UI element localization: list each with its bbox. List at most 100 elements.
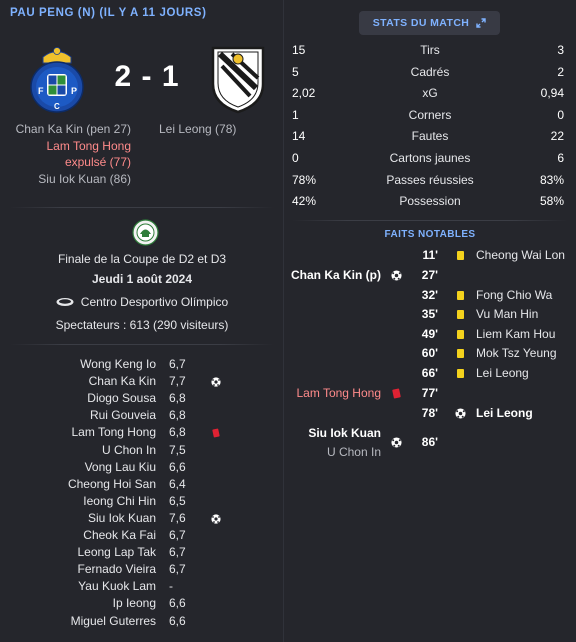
goal-ball-icon [211, 513, 221, 524]
player-rating: 6,4 [169, 476, 186, 491]
goal-ball-icon [391, 437, 402, 448]
player-rating: 6,7 [169, 562, 186, 577]
away-team-badge[interactable] [208, 42, 268, 114]
stat-away-value: 0 [557, 107, 564, 122]
event-row[interactable]: 86' Siu Iok Kuan U Chon In [0, 424, 576, 459]
lineup-row[interactable]: Leong Lap Tak 6,7 [0, 544, 284, 561]
events-title: FAITS NOTABLES [384, 229, 476, 240]
stat-label: Cadrés [410, 64, 450, 79]
stat-away-value: 6 [557, 151, 564, 165]
event-row[interactable]: 35' Vu Man Hin [0, 305, 576, 325]
home-scorer-line: Chan Ka Kin (pen 27) [15, 122, 131, 136]
player-name[interactable]: Leong Lap Tak [77, 545, 156, 559]
event-row[interactable]: 32' Fong Chio Wa [0, 286, 576, 306]
event-row[interactable]: 27' Chan Ka Kin (p) [0, 266, 576, 286]
svg-text:C: C [54, 102, 60, 111]
player-name[interactable]: Ip Ieong [113, 596, 156, 610]
event-minute: 49' [421, 327, 438, 341]
event-row[interactable]: 49' Liem Kam Hou [0, 325, 576, 345]
event-row[interactable]: 60' Mok Tsz Yeung [0, 344, 576, 364]
home-team-badge[interactable]: F P C [27, 43, 87, 113]
event-player[interactable]: Lei Leong [476, 406, 533, 420]
goal-ball-icon [455, 408, 466, 419]
yellow-card-icon [457, 310, 464, 319]
stat-label: xG [422, 86, 438, 101]
away-scorers: Lei Leong (78) [159, 121, 279, 138]
stat-away-value: 83% [539, 172, 564, 187]
stat-label: Corners [408, 107, 452, 122]
player-name[interactable]: Cheok Ka Fai [83, 528, 156, 542]
yellow-card-icon [457, 330, 464, 339]
stat-away-value: 0,94 [540, 86, 564, 101]
stat-label: Passes réussies [386, 172, 474, 187]
event-minute: 32' [421, 288, 438, 302]
lineup-row[interactable]: U Chon In 7,5 [0, 442, 284, 459]
event-assist-player[interactable]: U Chon In [327, 445, 381, 459]
match-header-title: PAU PENG (N) (IL Y A 11 JOURS) [10, 7, 207, 19]
player-rating: 6,7 [169, 528, 186, 542]
stat-row: 0 Cartons jaunes 6 [284, 148, 576, 169]
svg-text:P: P [71, 86, 77, 96]
stat-away-value: 58% [539, 194, 564, 209]
lineup-row[interactable]: Ip Ieong 6,6 [0, 595, 284, 612]
player-rating: 6,6 [169, 613, 186, 628]
event-minute: 66' [421, 366, 438, 380]
event-minute: 35' [421, 307, 438, 321]
player-name[interactable]: Miguel Guterres [71, 614, 156, 628]
lineup-row[interactable]: Cheong Hoi San 6,4 [0, 476, 284, 493]
event-row[interactable]: 66' Lei Leong [0, 364, 576, 384]
lineup-row[interactable]: Fernado Vieira 6,7 [0, 561, 284, 578]
lineup-row[interactable]: Miguel Guterres 6,6 [0, 613, 284, 630]
lineup-row[interactable]: Siu Iok Kuan 7,6 [0, 510, 284, 527]
stat-away-value: 3 [557, 43, 564, 57]
yellow-card-icon [457, 369, 464, 378]
event-player[interactable]: Lei Leong [476, 366, 529, 380]
player-name[interactable]: Vong Lau Kiu [85, 460, 156, 474]
match-stats-button-label: STATS DU MATCH [372, 17, 470, 29]
player-rating: 6,5 [169, 493, 186, 508]
event-player[interactable]: Vu Man Hin [476, 307, 538, 321]
home-scorer-line: Lam Tong Hong [46, 138, 131, 153]
stat-row: 5 Cadrés 2 [284, 62, 576, 83]
away-crest-icon [211, 46, 265, 114]
player-rating: 7,6 [169, 510, 186, 525]
event-player[interactable]: Lam Tong Hong [296, 386, 381, 400]
event-row[interactable]: 11' Cheong Wai Lon [0, 246, 576, 266]
competition-logo[interactable] [132, 219, 159, 246]
stat-row: 14 Fautes 22 [284, 126, 576, 147]
player-rating: 6,6 [169, 459, 186, 474]
away-scorer-line: Lei Leong (78) [159, 122, 237, 136]
lineup-row[interactable]: Vong Lau Kiu 6,6 [0, 459, 284, 476]
home-crest-icon: F P C [30, 47, 84, 113]
lineup-row[interactable]: Yau Kuok Lam - [0, 578, 284, 595]
lineup-row[interactable]: Ieong Chi Hin 6,5 [0, 493, 284, 510]
stat-row: 78% Passes réussies 83% [284, 170, 576, 191]
event-player[interactable]: Cheong Wai Lon [476, 248, 565, 262]
competition-crest-icon [132, 219, 159, 246]
stat-away-value: 22 [550, 129, 564, 144]
stat-row: 1 Corners 0 [284, 105, 576, 126]
event-player[interactable]: Fong Chio Wa [476, 288, 552, 302]
event-minute: 86' [421, 435, 438, 449]
yellow-card-icon [457, 349, 464, 358]
player-name[interactable]: Cheong Hoi San [68, 477, 156, 491]
event-player[interactable]: Liem Kam Hou [476, 327, 555, 341]
player-name[interactable]: Fernado Vieira [78, 562, 157, 576]
player-name[interactable]: Yau Kuok Lam [78, 579, 156, 593]
event-player[interactable]: Mok Tsz Yeung [476, 346, 557, 360]
player-rating: 6,6 [169, 596, 186, 611]
player-name[interactable]: Siu Iok Kuan [88, 511, 156, 525]
event-minute: 78' [421, 406, 438, 420]
player-name[interactable]: U Chon In [102, 443, 156, 457]
stat-label: Fautes [411, 129, 449, 144]
match-stats-button[interactable]: STATS DU MATCH [359, 11, 500, 35]
lineup-row[interactable]: Cheok Ka Fai 6,7 [0, 527, 284, 544]
event-player[interactable]: Siu Iok Kuan [308, 426, 381, 440]
stat-away-value: 2 [557, 64, 564, 79]
player-name[interactable]: Ieong Chi Hin [83, 494, 156, 508]
yellow-card-icon [457, 251, 464, 260]
event-row[interactable]: 78' Lei Leong [0, 404, 576, 424]
event-player[interactable]: Chan Ka Kin (p) [291, 268, 381, 282]
svg-text:F: F [38, 86, 44, 96]
event-row[interactable]: 77' Lam Tong Hong [0, 384, 576, 404]
